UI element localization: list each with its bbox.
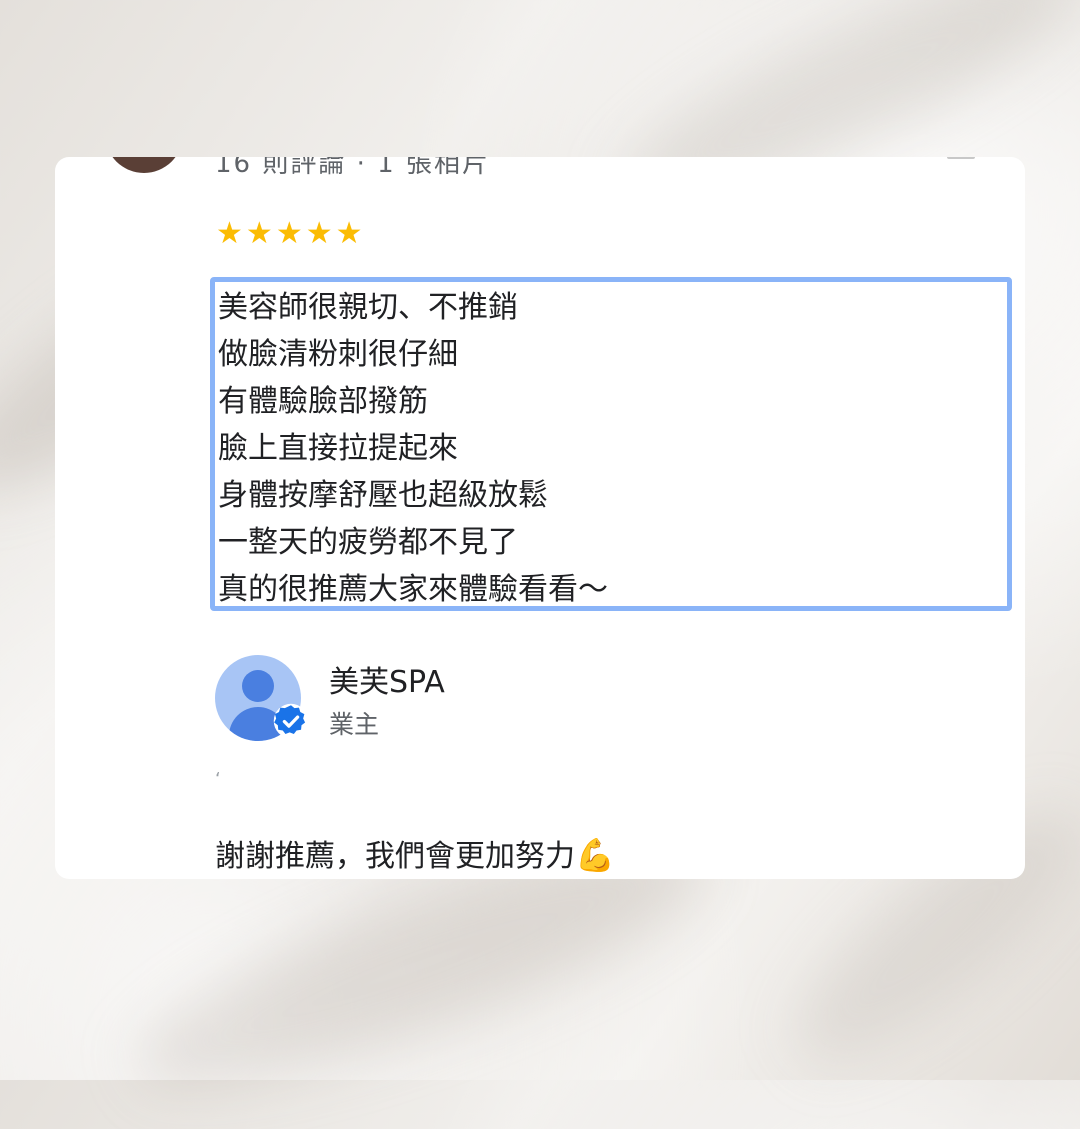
review-text-highlight: 美容師很親切、不推銷 做臉清粉刺很仔細 有體驗臉部撥筋 臉上直接拉提起來 身體按… — [210, 277, 1012, 611]
review-line: 做臉清粉刺很仔細 — [218, 337, 458, 372]
star-icon: ★ — [216, 216, 243, 251]
avatar-head — [242, 670, 274, 702]
star-icon: ★ — [245, 216, 273, 251]
divider-mark: ‘ — [215, 769, 221, 790]
owner-role: 業主 — [329, 710, 380, 739]
star-rating: ★ ★ ★ ★ ★ — [216, 219, 363, 249]
more-options-icon[interactable] — [947, 157, 975, 159]
owner-name: 美芙SPA — [329, 665, 445, 700]
verified-check-icon — [273, 703, 309, 739]
star-icon: ★ — [305, 216, 333, 251]
review-line: 一整天的疲勞都不見了 — [218, 525, 518, 560]
reviewer-avatar[interactable] — [105, 157, 183, 173]
review-line: 有體驗臉部撥筋 — [218, 384, 428, 419]
owner-reply: 謝謝推薦，我們會更加努力💪 — [215, 831, 615, 875]
reviewer-meta: 16 則評論 · 1 張相片 — [215, 157, 490, 179]
review-line: 身體按摩舒壓也超級放鬆 — [218, 478, 548, 513]
review-line: 臉上直接拉提起來 — [218, 431, 458, 466]
star-icon: ★ — [275, 216, 303, 251]
flexed-biceps-icon: 💪 — [575, 836, 615, 874]
review-card: 16 則評論 · 1 張相片 ★ ★ ★ ★ ★ 美容師很親切、不推銷 做臉清粉刺很仔細… — [55, 157, 1025, 879]
star-icon: ★ — [335, 216, 363, 251]
review-line: 真的很推薦大家來體驗看看～ — [218, 572, 608, 607]
review-line: 美容師很親切、不推銷 — [218, 290, 518, 325]
reply-text: 謝謝推薦，我們會更加努力 — [215, 839, 575, 874]
